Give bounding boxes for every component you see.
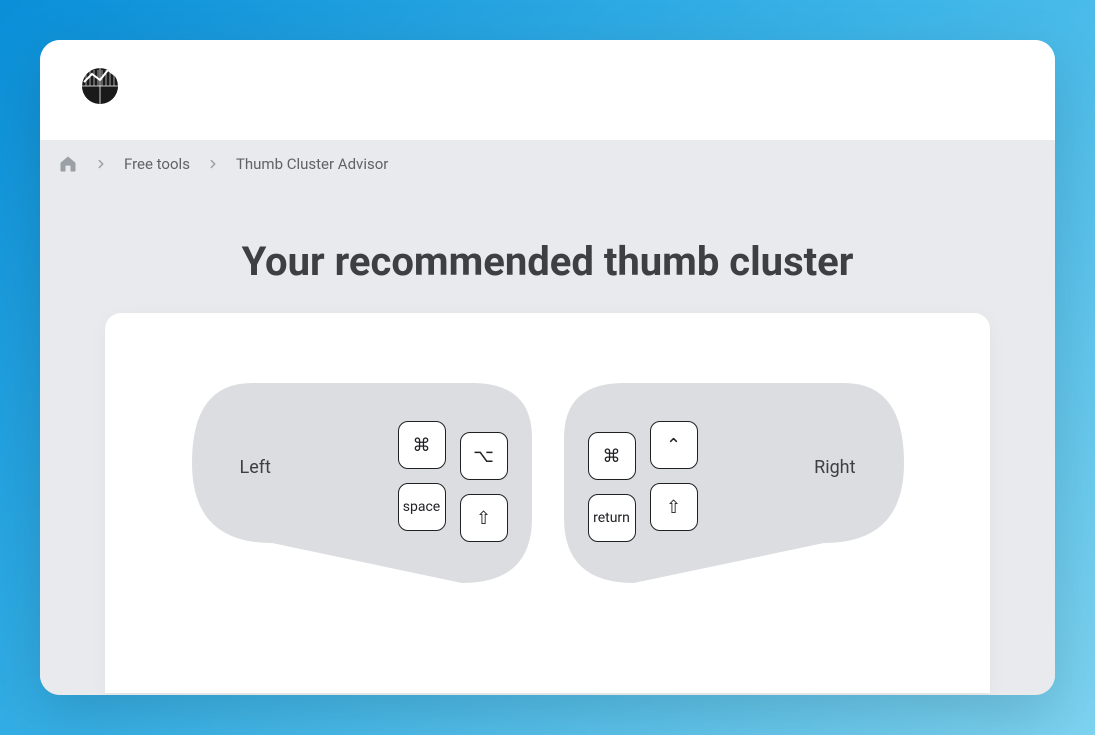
cluster-container: Left ⌘ ⌥ space xyxy=(105,313,990,583)
chevron-right-icon xyxy=(206,157,220,171)
left-keys: ⌘ ⌥ space ⇧ xyxy=(398,421,508,545)
key-row: ⌘ ⌥ xyxy=(398,421,508,469)
control-icon: ⌃ xyxy=(666,435,681,456)
app-logo[interactable] xyxy=(80,64,120,104)
key-row: ⌘ ⌃ xyxy=(588,421,698,469)
right-cluster-label: Right xyxy=(814,457,855,478)
option-icon: ⌥ xyxy=(473,446,494,467)
shift-icon: ⇧ xyxy=(476,508,491,529)
right-keys: ⌘ ⌃ return ⇧ xyxy=(588,421,698,545)
cluster-card: Left ⌘ ⌥ space xyxy=(105,313,990,693)
key-right-top-outer[interactable]: ⌃ xyxy=(650,421,698,469)
home-icon xyxy=(58,154,78,174)
key-left-bottom-outer[interactable]: ⇧ xyxy=(460,494,508,542)
breadcrumb: Free tools Thumb Cluster Advisor xyxy=(40,140,1055,188)
key-left-top-inner[interactable]: ⌘ xyxy=(398,421,446,469)
left-cluster: Left ⌘ ⌥ space xyxy=(192,383,532,583)
right-cluster: Right ⌘ ⌃ return xyxy=(564,383,904,583)
key-left-top-outer[interactable]: ⌥ xyxy=(460,432,508,480)
key-right-bottom-outer[interactable]: ⇧ xyxy=(650,483,698,531)
key-right-bottom-inner[interactable]: return xyxy=(588,494,636,542)
app-header xyxy=(40,40,1055,140)
key-label: space xyxy=(403,499,440,515)
command-icon: ⌘ xyxy=(413,435,431,456)
left-cluster-label: Left xyxy=(240,457,271,478)
chevron-right-icon xyxy=(94,157,108,171)
page-heading: Your recommended thumb cluster xyxy=(40,238,1055,285)
key-row: return ⇧ xyxy=(588,483,698,531)
key-row: space ⇧ xyxy=(398,483,508,531)
app-window: Free tools Thumb Cluster Advisor Your re… xyxy=(40,40,1055,695)
key-right-top-inner[interactable]: ⌘ xyxy=(588,432,636,480)
shift-icon: ⇧ xyxy=(666,497,681,518)
key-left-bottom-inner[interactable]: space xyxy=(398,483,446,531)
breadcrumb-current[interactable]: Thumb Cluster Advisor xyxy=(236,155,388,173)
key-label: return xyxy=(593,510,630,526)
content-area: Free tools Thumb Cluster Advisor Your re… xyxy=(40,140,1055,695)
breadcrumb-home[interactable] xyxy=(58,154,78,174)
command-icon: ⌘ xyxy=(603,446,621,467)
breadcrumb-free-tools[interactable]: Free tools xyxy=(124,155,190,173)
